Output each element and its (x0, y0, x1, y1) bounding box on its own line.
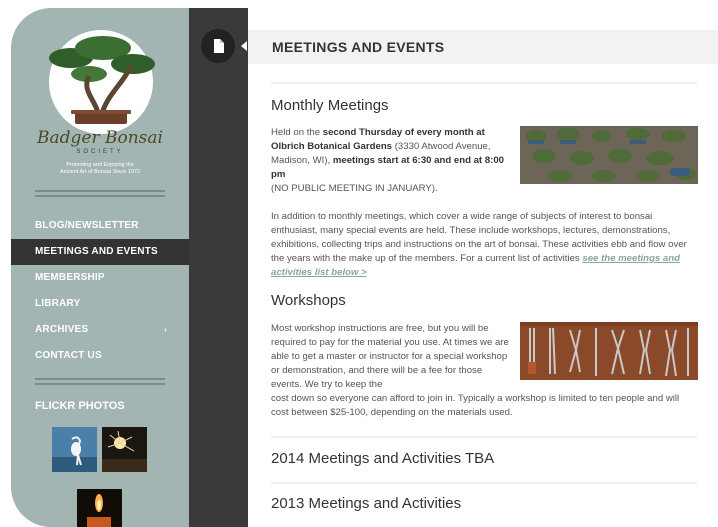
page-icon (214, 39, 224, 53)
nav-item-meetings[interactable]: MEETINGS AND EVENTS (11, 239, 189, 265)
page-title: MEETINGS AND EVENTS (272, 39, 445, 55)
page-header: MEETINGS AND EVENTS (248, 30, 718, 64)
nav-item-label: LIBRARY (35, 298, 81, 309)
logo-tagline: Promoting and Enjoying the Ancient Art o… (11, 162, 189, 176)
pointer-triangle (241, 41, 247, 51)
sparkler-photo-icon (102, 427, 147, 472)
divider (35, 378, 165, 380)
sidebar: Badger Bonsai SOCIETY Promoting and Enjo… (11, 8, 189, 527)
bonsai-tools-photo (520, 322, 698, 380)
flickr-photo-sparkler[interactable] (102, 427, 147, 472)
divider (271, 436, 697, 438)
flickr-photo-heron[interactable] (52, 427, 97, 472)
workshop-photo (520, 322, 698, 380)
nav-item-archives[interactable]: ARCHIVES › (11, 317, 189, 343)
main-nav: BLOG/NEWSLETTER MEETINGS AND EVENTS MEMB… (11, 213, 189, 369)
nav-item-contact[interactable]: CONTACT US (11, 343, 189, 369)
divider (35, 190, 165, 192)
tagline-line-2: Ancient Art of Bonsai Since 1972 (59, 169, 141, 175)
chevron-right-icon: › (164, 325, 167, 334)
dark-rail (189, 8, 248, 527)
bonsai-display-photo (520, 126, 698, 184)
monthly-meetings-heading: Monthly Meetings (271, 97, 389, 114)
divider (271, 482, 697, 484)
text-bold: second Thursday of every month at (322, 127, 485, 138)
nav-item-label: MEMBERSHIP (35, 272, 105, 283)
workshops-heading: Workshops (271, 292, 346, 309)
olbrich-gardens: Olbrich Botanical Gardens (271, 141, 393, 152)
logo-name: Badger Bonsai (37, 128, 163, 148)
heron-photo-icon (52, 427, 97, 472)
meeting-photo (520, 126, 698, 184)
section-2014-heading[interactable]: 2014 Meetings and Activities TBA (271, 450, 494, 467)
nav-item-label: MEETINGS AND EVENTS (35, 246, 158, 257)
text-run: Held on the (271, 127, 323, 138)
nav-item-library[interactable]: LIBRARY (11, 291, 189, 317)
workshops-details: cost down so everyone can afford to join… (271, 393, 680, 418)
bonsai-tree-icon (49, 36, 155, 124)
site-logo[interactable]: Badger Bonsai SOCIETY Promoting and Enjo… (11, 8, 189, 193)
text-run: (NO PUBLIC MEETING IN JANUARY). (271, 183, 438, 194)
tagline-line-1: Promoting and Enjoying the (66, 162, 134, 168)
flickr-title: FLICKR PHOTOS (35, 400, 125, 412)
nav-item-label: CONTACT US (35, 350, 102, 361)
nav-item-label: BLOG/NEWSLETTER (35, 220, 139, 231)
nav-item-blog[interactable]: BLOG/NEWSLETTER (11, 213, 189, 239)
page-button[interactable] (201, 29, 235, 63)
workshops-text: Most workshop instructions are free, but… (271, 323, 509, 390)
monthly-meetings-text: Held on the second Thursday of every mon… (271, 126, 513, 196)
divider (35, 383, 165, 385)
logo-sub: SOCIETY (76, 149, 124, 155)
flickr-photo-candle[interactable] (77, 489, 122, 527)
divider (35, 195, 165, 197)
section-2013-heading[interactable]: 2013 Meetings and Activities (271, 495, 461, 512)
nav-item-label: ARCHIVES (35, 324, 89, 335)
divider (271, 82, 697, 84)
nav-item-membership[interactable]: MEMBERSHIP (11, 265, 189, 291)
candle-photo-icon (77, 489, 122, 527)
monthly-meetings-details: In addition to monthly meetings, which c… (271, 210, 697, 280)
